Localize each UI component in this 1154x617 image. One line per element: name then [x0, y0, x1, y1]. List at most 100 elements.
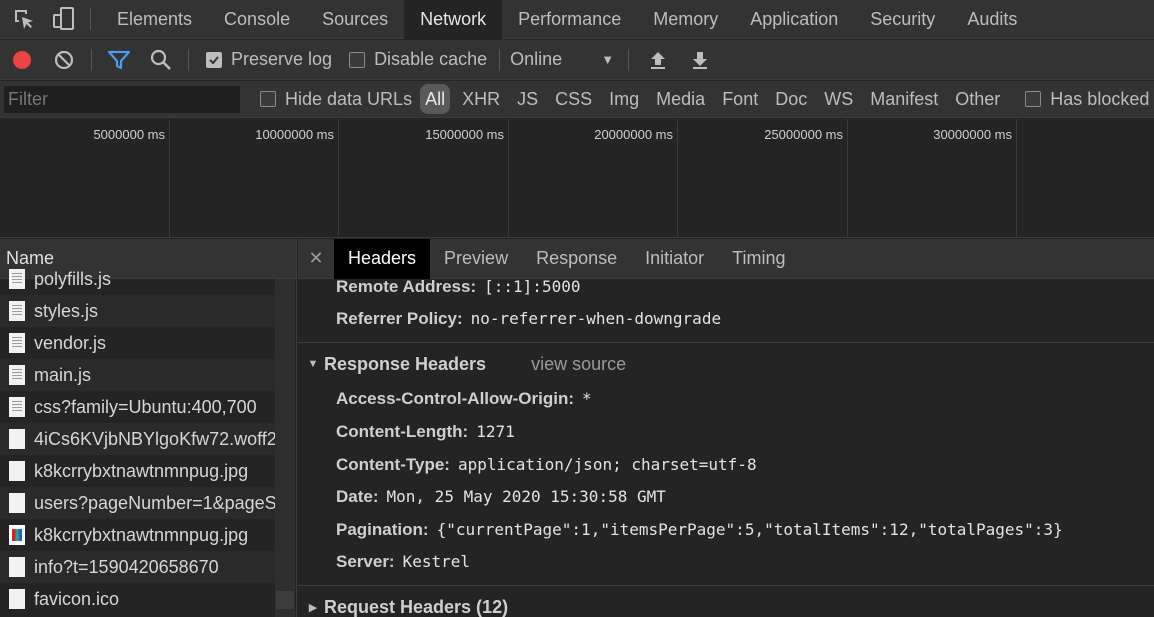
hide-data-urls-checkbox[interactable]: Hide data URLs: [260, 89, 412, 110]
overview-gridline: [1016, 119, 1017, 237]
preserve-log-label: Preserve log: [231, 49, 333, 69]
type-filter-other[interactable]: Other: [950, 84, 1005, 114]
type-filter-css[interactable]: CSS: [550, 84, 597, 114]
request-list-scrollbar[interactable]: [275, 279, 295, 617]
header-value: [::1]:5000: [484, 277, 581, 296]
header-key: Remote Address:: [336, 277, 477, 296]
request-name: k8kcrrybxtnawtnmnpug.jpg: [34, 460, 249, 481]
request-list: Name polyfills.js styles.js vendor.js main.…: [0, 239, 297, 617]
tab-elements[interactable]: Elements: [101, 0, 208, 39]
request-row[interactable]: info?t=1590420658670: [0, 551, 275, 583]
overview-tick-label: 20000000 ms: [594, 127, 673, 142]
filter-icon[interactable]: [108, 49, 130, 71]
disable-cache-check[interactable]: [349, 51, 366, 68]
request-row[interactable]: users?pageNumber=1&pageS: [0, 487, 275, 519]
request-row[interactable]: 4iCs6KVjbNBYlgoKfw72.woff2: [0, 423, 275, 455]
close-icon[interactable]: ✕: [298, 248, 334, 269]
response-header-row: Pagination: {"currentPage":1,"itemsPerPag…: [336, 520, 1063, 540]
preserve-log-check[interactable]: [206, 51, 222, 68]
overview-gridline: [338, 119, 339, 237]
devtools-tab-bar: Elements Console Sources Network Performance…: [0, 0, 1154, 39]
request-details: ✕ Headers Preview Response Initiator Timing …: [298, 239, 1154, 617]
detail-tab-preview[interactable]: Preview: [430, 239, 522, 279]
preserve-log-checkbox[interactable]: Preserve log: [206, 49, 332, 70]
response-headers-section[interactable]: ▼ Response Headers view source: [298, 342, 1154, 386]
throttling-select[interactable]: Online ▼: [510, 49, 614, 70]
response-header-row: Server: Kestrel: [336, 552, 470, 572]
response-headers-title: Response Headers: [324, 353, 487, 374]
general-header-row: Referrer Policy: no-referrer-when-downgra…: [336, 309, 721, 329]
request-row[interactable]: k8kcrrybxtnawtnmnpug.jpg: [0, 455, 275, 487]
inspect-element-icon[interactable]: [12, 7, 36, 31]
request-row[interactable]: vendor.js: [0, 327, 275, 359]
response-header-row: Content-Type: application/json; charset=u…: [336, 455, 757, 475]
type-filter-doc[interactable]: Doc: [770, 84, 812, 114]
script-file-icon: [9, 333, 25, 353]
has-blocked-cookies-check[interactable]: [1025, 91, 1042, 107]
tab-sources[interactable]: Sources: [306, 0, 404, 39]
detail-tab-headers[interactable]: Headers: [334, 239, 431, 279]
filter-input[interactable]: [4, 85, 240, 113]
request-row[interactable]: k8kcrrybxtnawtnmnpug.jpg: [0, 519, 275, 551]
header-key: Content-Length:: [336, 422, 469, 441]
tab-application[interactable]: Application: [734, 0, 854, 39]
header-value: {"currentPage":1,"itemsPerPage":5,"total…: [436, 520, 1063, 539]
search-icon[interactable]: [150, 49, 172, 71]
script-file-icon: [9, 301, 25, 321]
overview-gridline: [508, 119, 509, 237]
request-row[interactable]: polyfills.js: [0, 263, 275, 295]
type-filter-js[interactable]: JS: [512, 84, 543, 114]
document-file-icon: [9, 461, 25, 481]
header-key: Content-Type:: [336, 455, 450, 474]
overview-gridline: [677, 119, 678, 237]
tab-audits[interactable]: Audits: [951, 0, 1033, 39]
scrollbar-thumb[interactable]: [276, 591, 294, 609]
request-row[interactable]: main.js: [0, 359, 275, 391]
export-har-icon[interactable]: [689, 49, 711, 71]
header-key: Access-Control-Allow-Origin:: [336, 389, 575, 408]
clear-icon[interactable]: [53, 49, 75, 71]
tab-security[interactable]: Security: [854, 0, 951, 39]
disable-cache-checkbox[interactable]: Disable cache: [349, 49, 487, 70]
response-header-row: Access-Control-Allow-Origin: *: [336, 389, 592, 409]
request-row[interactable]: favicon.ico: [0, 583, 275, 615]
request-headers-section[interactable]: ▶ Request Headers (12): [298, 585, 1154, 617]
type-filter-all[interactable]: All: [420, 84, 451, 114]
type-filter-media[interactable]: Media: [651, 84, 710, 114]
import-har-icon[interactable]: [647, 49, 669, 71]
detail-tab-response[interactable]: Response: [522, 239, 631, 279]
detail-tab-initiator[interactable]: Initiator: [631, 239, 718, 279]
request-row[interactable]: styles.js: [0, 295, 275, 327]
tab-bar-divider: [90, 8, 91, 30]
panel-tabs: Elements Console Sources Network Performance…: [101, 0, 1033, 39]
document-file-icon: [9, 429, 25, 449]
tab-console[interactable]: Console: [208, 0, 306, 39]
header-key: Date:: [336, 487, 379, 506]
request-row[interactable]: css?family=Ubuntu:400,700: [0, 391, 275, 423]
overview-gridline: [847, 119, 848, 237]
record-button[interactable]: [13, 50, 31, 69]
type-filter-xhr[interactable]: XHR: [457, 84, 505, 114]
type-filter-img[interactable]: Img: [604, 84, 644, 114]
hide-data-urls-check[interactable]: [260, 91, 276, 107]
view-source-link[interactable]: view source: [531, 354, 626, 375]
tab-memory[interactable]: Memory: [637, 0, 734, 39]
device-toolbar-icon[interactable]: [52, 7, 76, 31]
detail-tab-timing[interactable]: Timing: [718, 239, 799, 279]
request-name: css?family=Ubuntu:400,700: [34, 396, 257, 417]
type-filter-ws[interactable]: WS: [819, 84, 858, 114]
tab-network[interactable]: Network: [404, 0, 503, 39]
tab-performance[interactable]: Performance: [502, 0, 637, 39]
overview-tick-label: 25000000 ms: [764, 127, 843, 142]
document-file-icon: [9, 589, 25, 609]
script-file-icon: [9, 365, 25, 385]
script-file-icon: [9, 269, 25, 289]
type-filter-manifest[interactable]: Manifest: [865, 84, 943, 114]
network-overview[interactable]: 5000000 ms 10000000 ms 15000000 ms 20000000…: [0, 119, 1154, 238]
general-header-row: Remote Address: [::1]:5000: [336, 277, 580, 297]
request-name: 4iCs6KVjbNBYlgoKfw72.woff2: [34, 428, 275, 449]
request-name: users?pageNumber=1&pageS: [34, 492, 275, 513]
type-filter-font[interactable]: Font: [717, 84, 763, 114]
has-blocked-cookies-checkbox[interactable]: Has blocked coo: [1025, 89, 1154, 110]
expanded-triangle-icon: ▼: [307, 358, 319, 370]
